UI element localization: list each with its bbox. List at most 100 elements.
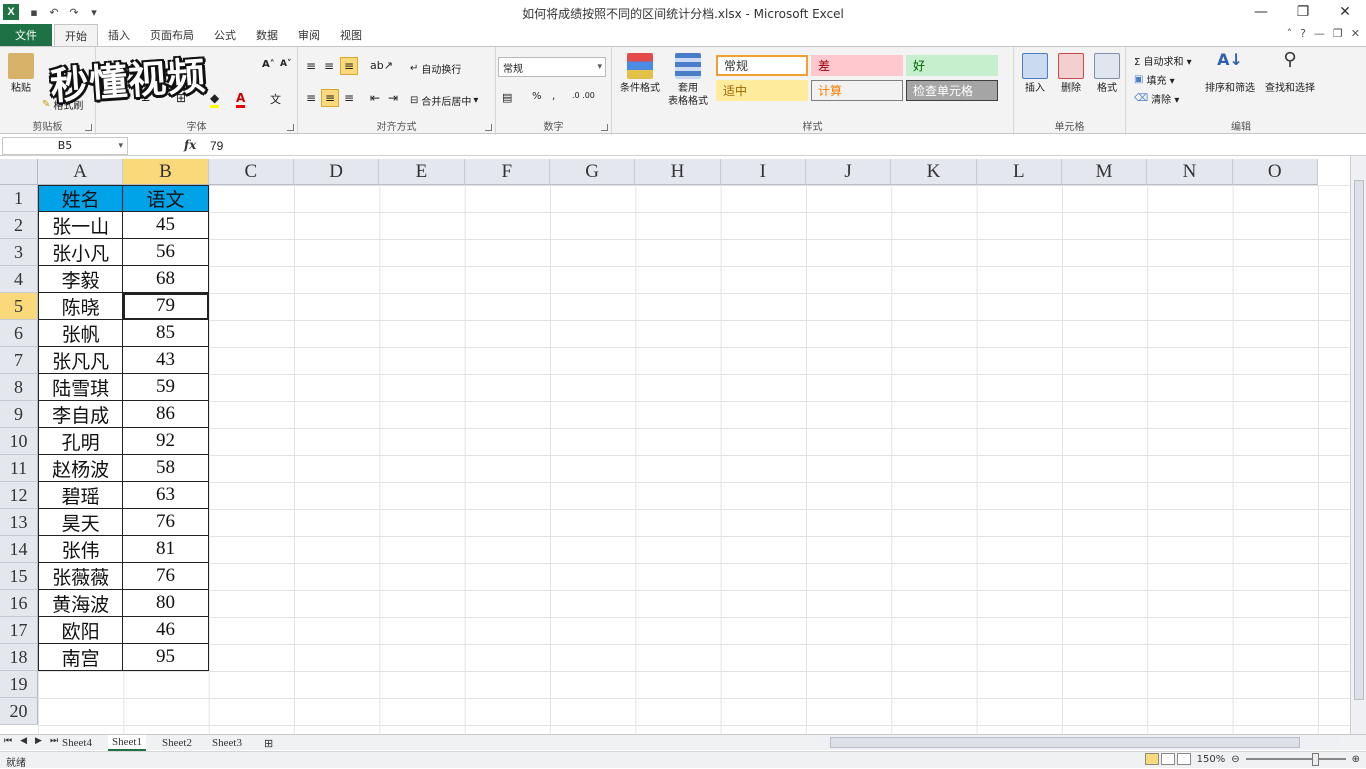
next-sheet-icon[interactable]: ▶ <box>35 736 42 746</box>
delete-cells-button[interactable]: 删除 <box>1056 53 1086 95</box>
table-cell[interactable]: 李毅 <box>38 266 124 293</box>
row-header-6[interactable]: 6 <box>0 320 38 347</box>
cell-style-1[interactable]: 差 <box>811 55 903 76</box>
comma-button[interactable]: , <box>552 91 555 102</box>
zoom-out-icon[interactable]: ⊖ <box>1231 754 1239 765</box>
table-cell[interactable]: 63 <box>123 482 209 509</box>
tab-3[interactable]: 页面布局 <box>140 24 204 46</box>
row-header-10[interactable]: 10 <box>0 428 38 455</box>
table-cell[interactable]: 81 <box>123 536 209 563</box>
column-header-m[interactable]: M <box>1061 159 1148 185</box>
column-header-h[interactable]: H <box>635 159 721 185</box>
collapse-ribbon-icon[interactable]: ˄ <box>1287 27 1293 40</box>
table-cell[interactable]: 李自成 <box>38 401 124 428</box>
autosum-button[interactable]: Σ 自动求和 ▾ <box>1134 53 1192 68</box>
table-cell[interactable]: 陆雪琪 <box>38 374 124 401</box>
row-header-16[interactable]: 16 <box>0 590 38 617</box>
cell-style-4[interactable]: 计算 <box>811 80 903 101</box>
vertical-scrollbar[interactable] <box>1350 156 1366 734</box>
table-cell[interactable]: 昊天 <box>38 509 124 536</box>
prev-sheet-icon[interactable]: ◀ <box>20 736 27 746</box>
row-header-19[interactable]: 19 <box>0 671 38 698</box>
column-header-o[interactable]: O <box>1232 159 1318 185</box>
row-header-5[interactable]: 5 <box>0 293 38 320</box>
align-center-icon[interactable]: ≡ <box>321 89 339 107</box>
tab-0[interactable]: 文件 <box>0 24 52 46</box>
page-layout-view-icon[interactable] <box>1160 753 1175 765</box>
minimize-workbook-icon[interactable]: — <box>1314 27 1325 40</box>
row-header-11[interactable]: 11 <box>0 455 38 482</box>
row-header-20[interactable]: 20 <box>0 698 38 725</box>
paste-button[interactable]: 粘贴 <box>6 53 36 95</box>
close-workbook-icon[interactable]: ✕ <box>1351 27 1360 40</box>
tab-6[interactable]: 审阅 <box>288 24 330 46</box>
decimal-buttons[interactable]: .0 .00 <box>572 91 595 100</box>
close-button[interactable]: ✕ <box>1324 0 1366 24</box>
insert-cells-button[interactable]: 插入 <box>1020 53 1050 95</box>
wrap-text-button[interactable]: ↵ 自动换行 <box>410 61 461 76</box>
worksheet-grid[interactable]: A B C D E F G H I J K L M N O 1 2 3 4 5 6 7 8 9 10 11 12 13 14 15 16 17… <box>0 159 1350 734</box>
restore-workbook-icon[interactable]: ❐ <box>1333 27 1343 40</box>
table-cell[interactable]: 85 <box>123 320 209 347</box>
table-cell[interactable]: 76 <box>123 509 209 536</box>
align-middle-icon[interactable]: ≡ <box>324 59 334 73</box>
font-color-icon[interactable]: A <box>236 91 246 108</box>
zoom-level[interactable]: 150% <box>1197 754 1226 765</box>
table-cell[interactable]: 46 <box>123 617 209 644</box>
table-cell[interactable]: 陈晓 <box>38 293 124 320</box>
column-header-g[interactable]: G <box>549 159 636 185</box>
insert-sheet-icon[interactable]: ⊞ <box>260 735 277 751</box>
restore-button[interactable]: ❐ <box>1282 0 1324 24</box>
redo-icon[interactable]: ↷ <box>67 6 81 19</box>
row-header-18[interactable]: 18 <box>0 644 38 671</box>
cell-style-2[interactable]: 好 <box>906 55 998 76</box>
horizontal-scrollbar[interactable] <box>818 736 1340 750</box>
table-cell[interactable]: 碧瑶 <box>38 482 124 509</box>
row-header-14[interactable]: 14 <box>0 536 38 563</box>
sort-filter-button[interactable]: A↓ 排序和筛选 <box>1200 52 1260 95</box>
horizontal-scroll-thumb[interactable] <box>830 737 1300 748</box>
row-header-13[interactable]: 13 <box>0 509 38 536</box>
table-cell[interactable]: 黄海波 <box>38 590 124 617</box>
table-cell[interactable]: 92 <box>123 428 209 455</box>
table-cell[interactable]: 张帆 <box>38 320 124 347</box>
tab-4[interactable]: 公式 <box>204 24 246 46</box>
fill-color-icon[interactable]: ◆ <box>210 91 220 108</box>
table-cell[interactable]: 南宫 <box>38 644 124 671</box>
zoom-in-icon[interactable]: ⊕ <box>1352 754 1360 765</box>
format-as-table-button[interactable]: 套用 表格格式 <box>662 53 714 108</box>
fx-icon[interactable]: fx <box>184 138 196 152</box>
row-header-9[interactable]: 9 <box>0 401 38 428</box>
cell-style-3[interactable]: 适中 <box>716 80 808 101</box>
row-header-17[interactable]: 17 <box>0 617 38 644</box>
dialog-launcher-icon[interactable] <box>485 124 492 131</box>
first-sheet-icon[interactable]: ⏮ <box>4 736 12 746</box>
column-header-a[interactable]: A <box>38 159 124 185</box>
row-header-15[interactable]: 15 <box>0 563 38 590</box>
row-header-7[interactable]: 7 <box>0 347 38 374</box>
sheet-tab-sheet4[interactable]: Sheet4 <box>58 735 96 751</box>
accounting-icon[interactable]: ▤ <box>502 91 512 104</box>
row-header-4[interactable]: 4 <box>0 266 38 293</box>
column-header-f[interactable]: F <box>464 159 550 185</box>
column-header-e[interactable]: E <box>379 159 465 185</box>
fill-button[interactable]: ▣ 填充 ▾ <box>1134 72 1175 87</box>
table-header-cell[interactable]: 语文 <box>123 185 209 212</box>
conditional-format-button[interactable]: 条件格式 <box>616 53 664 95</box>
tab-7[interactable]: 视图 <box>330 24 372 46</box>
row-header-2[interactable]: 2 <box>0 212 38 239</box>
table-cell[interactable]: 43 <box>123 347 209 374</box>
grow-font-button[interactable]: A˄ <box>262 59 275 70</box>
help-icon[interactable]: ? <box>1300 27 1306 40</box>
phonetic-icon[interactable]: 文 <box>270 91 281 107</box>
tab-1[interactable]: 开始 <box>54 24 98 46</box>
table-cell[interactable]: 59 <box>123 374 209 401</box>
column-header-n[interactable]: N <box>1147 159 1233 185</box>
row-header-1[interactable]: 1 <box>0 185 38 212</box>
normal-view-icon[interactable] <box>1144 753 1159 765</box>
number-format-select[interactable]: 常规 <box>498 57 606 77</box>
column-header-b[interactable]: B <box>123 159 209 185</box>
tab-2[interactable]: 插入 <box>98 24 140 46</box>
table-header-cell[interactable]: 姓名 <box>38 185 124 212</box>
percent-button[interactable]: % <box>532 91 542 102</box>
